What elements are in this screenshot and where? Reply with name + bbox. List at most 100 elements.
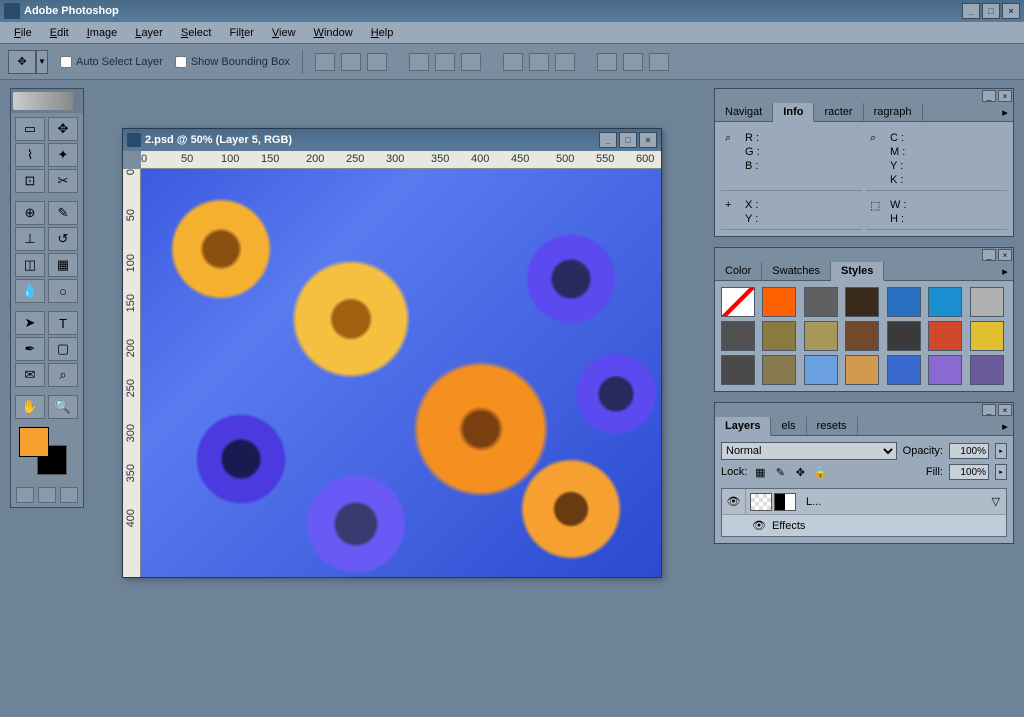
horizontal-ruler[interactable]: 0 50 100 150 200 250 300 350 400 450 500… [141,151,661,169]
visibility-icon[interactable]: 👁 [722,489,746,514]
menu-select[interactable]: Select [173,24,220,42]
style-swatch[interactable] [762,287,796,317]
wand-tool[interactable]: ✦ [48,143,78,167]
lock-all-icon[interactable]: 🔒 [813,465,827,479]
close-button[interactable]: × [1002,3,1020,19]
layer-thumbnail[interactable] [750,493,772,511]
style-swatch[interactable] [845,355,879,385]
tool-preset-dropdown[interactable]: ▼ [36,50,48,74]
style-swatch[interactable] [887,287,921,317]
move-tool-icon[interactable]: ✥ [8,50,36,74]
effects-row[interactable]: 👁 Effects [722,515,1006,536]
history-brush-tool[interactable]: ↺ [48,227,78,251]
distribute-right-icon[interactable] [649,53,669,71]
marquee-tool[interactable]: ▭ [15,117,45,141]
gradient-tool[interactable]: ▦ [48,253,78,277]
style-swatch[interactable] [762,355,796,385]
style-swatch[interactable] [845,287,879,317]
tab-character[interactable]: racter [814,103,863,121]
tab-color[interactable]: Color [715,262,762,280]
align-bottom-icon[interactable] [367,53,387,71]
style-swatch[interactable] [928,321,962,351]
tab-presets[interactable]: resets [807,417,858,435]
lock-position-icon[interactable]: ✥ [793,465,807,479]
align-right-icon[interactable] [461,53,481,71]
style-swatch[interactable] [804,321,838,351]
style-swatch[interactable] [721,287,755,317]
menu-file[interactable]: File [6,24,40,42]
tab-navigator[interactable]: Navigat [715,103,773,121]
lasso-tool[interactable]: ⌇ [15,143,45,167]
notes-tool[interactable]: ✉ [15,363,45,387]
pen-tool[interactable]: ✒ [15,337,45,361]
panel-menu-icon[interactable]: ▸ [997,417,1013,435]
show-bounding-box-checkbox[interactable]: Show Bounding Box [175,56,290,68]
canvas[interactable] [141,169,661,577]
eye-icon[interactable]: 👁 [752,519,766,532]
brush-tool[interactable]: ✎ [48,201,78,225]
mask-thumbnail[interactable] [774,493,796,511]
tab-paragraph[interactable]: ragraph [864,103,923,121]
tab-info[interactable]: Info [773,103,814,122]
panel-minimize-button[interactable]: _ [982,249,996,261]
heal-tool[interactable]: ⊕ [15,201,45,225]
minimize-button[interactable]: _ [962,3,980,19]
crop-tool[interactable]: ⊡ [15,169,45,193]
style-swatch[interactable] [887,321,921,351]
style-swatch[interactable] [970,355,1004,385]
doc-maximize-button[interactable]: □ [619,132,637,148]
path-select-tool[interactable]: ➤ [15,311,45,335]
layer-name[interactable]: L... [800,496,827,508]
panel-minimize-button[interactable]: _ [982,90,996,102]
menu-image[interactable]: Image [79,24,126,42]
jump-icon[interactable] [60,487,78,503]
tab-channels[interactable]: els [771,417,806,435]
panel-minimize-button[interactable]: _ [982,404,996,416]
style-swatch[interactable] [804,355,838,385]
distribute-vcenter-icon[interactable] [529,53,549,71]
panel-menu-icon[interactable]: ▸ [997,262,1013,280]
type-tool[interactable]: T [48,311,78,335]
fill-slider-icon[interactable]: ▸ [995,464,1007,480]
fx-icon[interactable]: ▽ [992,495,1000,508]
style-swatch[interactable] [845,321,879,351]
shape-tool[interactable]: ▢ [48,337,78,361]
tab-swatches[interactable]: Swatches [762,262,831,280]
opacity-field[interactable] [949,443,989,459]
align-left-icon[interactable] [409,53,429,71]
zoom-tool[interactable]: 🔍 [48,395,78,419]
menu-view[interactable]: View [264,24,304,42]
tab-layers[interactable]: Layers [715,417,771,436]
align-vcenter-icon[interactable] [341,53,361,71]
tab-styles[interactable]: Styles [831,262,884,281]
distribute-bottom-icon[interactable] [555,53,575,71]
layer-item[interactable]: 👁 L... ▽ [722,489,1006,515]
distribute-hcenter-icon[interactable] [623,53,643,71]
stamp-tool[interactable]: ⊥ [15,227,45,251]
foreground-color[interactable] [19,427,49,457]
style-swatch[interactable] [970,287,1004,317]
blend-mode-select[interactable]: Normal [721,442,897,460]
style-swatch[interactable] [721,321,755,351]
opacity-slider-icon[interactable]: ▸ [995,443,1007,459]
doc-close-button[interactable]: × [639,132,657,148]
dodge-tool[interactable]: ○ [48,279,78,303]
menu-edit[interactable]: Edit [42,24,77,42]
auto-select-checkbox[interactable]: Auto Select Layer [60,56,163,68]
style-swatch[interactable] [970,321,1004,351]
vertical-ruler[interactable]: 0 50 100 150 200 250 300 350 400 [123,169,141,577]
panel-close-button[interactable]: × [998,249,1012,261]
style-swatch[interactable] [762,321,796,351]
hand-tool[interactable]: ✋ [15,395,45,419]
menu-window[interactable]: Window [306,24,361,42]
maximize-button[interactable]: □ [982,3,1000,19]
style-swatch[interactable] [721,355,755,385]
style-swatch[interactable] [928,355,962,385]
move-tool[interactable]: ✥ [48,117,78,141]
menu-help[interactable]: Help [363,24,402,42]
lock-transparency-icon[interactable]: ▦ [753,465,767,479]
panel-close-button[interactable]: × [998,404,1012,416]
eyedropper-tool[interactable]: ⌕ [48,363,78,387]
screenmode-icon[interactable] [38,487,56,503]
eraser-tool[interactable]: ◫ [15,253,45,277]
